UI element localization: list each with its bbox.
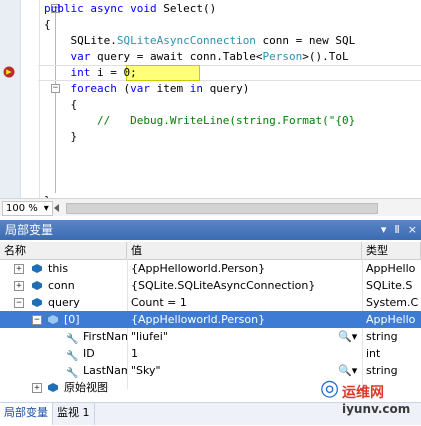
current-statement-highlight	[126, 65, 200, 81]
editor-status-strip: 100 % ▾	[0, 198, 421, 216]
column-header-value[interactable]: 值	[127, 242, 362, 259]
panel-title: 局部变量	[5, 223, 54, 237]
code-line[interactable]: public async void Select()	[44, 1, 216, 17]
column-header-type[interactable]: 类型	[362, 242, 421, 259]
variable-value[interactable]: 1	[131, 345, 361, 362]
watermark-text: 运维网	[342, 385, 384, 401]
code-line[interactable]: var query = await conn.Table<Person>().T…	[44, 49, 349, 65]
code-line[interactable]: {	[44, 17, 51, 33]
code-line[interactable]: // Debug.WriteLine(string.Format("{0}	[44, 113, 355, 129]
code-line[interactable]: int i = 0;	[44, 65, 137, 81]
object-icon	[48, 315, 58, 324]
variable-row-id[interactable]: 🔧 ID 1 int	[0, 345, 421, 362]
collapse-icon[interactable]: −	[32, 315, 42, 325]
object-icon	[32, 298, 42, 307]
window-position-icon[interactable]: ▾	[381, 220, 387, 240]
code-token: i = 0;	[90, 66, 137, 79]
variable-value[interactable]: {AppHelloworld.Person}	[131, 260, 361, 277]
variable-row-this[interactable]: + this {AppHelloworld.Person} AppHello	[0, 260, 421, 277]
chevron-down-icon: ▾	[43, 203, 49, 214]
code-token: in	[189, 82, 203, 95]
tab-locals[interactable]: 局部变量	[0, 403, 53, 425]
code-token: var	[44, 50, 91, 63]
expand-icon[interactable]: +	[32, 383, 42, 393]
horizontal-scrollbar-thumb[interactable]	[66, 203, 378, 214]
expand-icon[interactable]: +	[14, 264, 24, 274]
variable-name: LastNam	[83, 364, 127, 377]
watermark-url: iyunv.com	[342, 402, 411, 416]
locals-header: 名称 值 类型	[0, 242, 421, 260]
code-line[interactable]: SQLite.SQLiteAsyncConnection conn = new …	[44, 33, 355, 49]
column-header-name[interactable]: 名称	[0, 242, 127, 259]
variable-type: int	[366, 347, 381, 360]
variable-name: FirstNam	[83, 330, 127, 343]
variable-value[interactable]: Count = 1	[131, 294, 361, 311]
zoom-level: 100 %	[6, 203, 38, 214]
code-token: public async void	[44, 2, 164, 15]
variable-type: string	[366, 330, 398, 343]
tab-watch-1[interactable]: 监视 1	[53, 403, 95, 425]
code-token: conn = new SQL	[255, 34, 356, 47]
variable-name: ID	[83, 347, 95, 360]
code-line[interactable]: }	[44, 129, 77, 145]
code-token: int	[44, 66, 91, 79]
code-token: foreach	[44, 82, 117, 95]
auto-hide-pin-icon[interactable]: Ⅱ	[394, 220, 399, 240]
object-icon	[32, 281, 42, 290]
variable-type: AppHello	[366, 313, 416, 326]
outlining-margin: − −	[21, 0, 60, 198]
watermark: ◎ 运维网 iyunv.com	[320, 374, 420, 422]
code-token: query = await conn.Table<	[90, 50, 263, 63]
breakpoint-current-statement-icon[interactable]	[3, 66, 17, 78]
variable-row-query[interactable]: − query Count = 1 System.C	[0, 294, 421, 311]
breakpoint-gutter[interactable]	[0, 0, 21, 198]
code-editor[interactable]: − − public async void Select(){ SQLite.S…	[0, 0, 421, 198]
variable-type: AppHello	[366, 262, 416, 275]
variable-value[interactable]: {SQLite.SQLiteAsyncConnection}	[131, 277, 361, 294]
text-visualizer-icon[interactable]: 🔍▾	[338, 328, 357, 345]
expand-icon[interactable]: +	[14, 281, 24, 291]
variable-row-conn[interactable]: + conn {SQLite.SQLiteAsyncConnection} SQ…	[0, 277, 421, 294]
variable-row-item-0[interactable]: − [0] {AppHelloworld.Person} AppHello	[0, 311, 421, 328]
code-token: }	[44, 130, 78, 143]
variable-name: 原始视图	[64, 381, 108, 394]
code-token: {	[44, 98, 78, 111]
variable-name: [0]	[64, 313, 80, 326]
watermark-logo-icon: ◎	[320, 376, 340, 401]
code-token: var	[130, 82, 150, 95]
code-token: SQLite.	[44, 34, 117, 47]
code-token: (	[116, 82, 131, 95]
code-token: {	[44, 18, 51, 31]
code-token: >().ToL	[302, 50, 349, 63]
variable-name: query	[48, 296, 80, 309]
scroll-left-icon[interactable]	[54, 204, 59, 212]
variable-value[interactable]: {AppHelloworld.Person}	[131, 311, 361, 328]
code-token: item	[149, 82, 190, 95]
code-token: query)	[202, 82, 250, 95]
code-line[interactable]: foreach (var item in query)	[44, 81, 249, 97]
locals-title-bar: 局部变量 ▾ Ⅱ ×	[0, 220, 421, 240]
zoom-dropdown[interactable]: 100 % ▾	[2, 201, 53, 216]
variable-type: System.C	[366, 296, 419, 309]
code-text[interactable]: public async void Select(){ SQLite.SQLit…	[44, 0, 421, 198]
variable-row-firstname[interactable]: 🔧 FirstNam "liufei" 🔍▾ string	[0, 328, 421, 345]
variable-name: this	[48, 262, 69, 275]
code-token: SQLiteAsyncConnection	[116, 34, 256, 47]
close-icon[interactable]: ×	[408, 220, 417, 240]
code-line[interactable]: {	[44, 97, 77, 113]
code-token: Select()	[163, 2, 217, 15]
code-token: Person	[262, 50, 303, 63]
object-icon	[32, 264, 42, 273]
object-icon	[48, 383, 58, 392]
code-token: // Debug.WriteLine(string.Format("{0}	[44, 114, 356, 127]
variable-value[interactable]: "liufei"	[131, 328, 361, 345]
collapse-icon[interactable]: −	[14, 298, 24, 308]
variable-type: SQLite.S	[366, 279, 413, 292]
variable-name: conn	[48, 279, 75, 292]
